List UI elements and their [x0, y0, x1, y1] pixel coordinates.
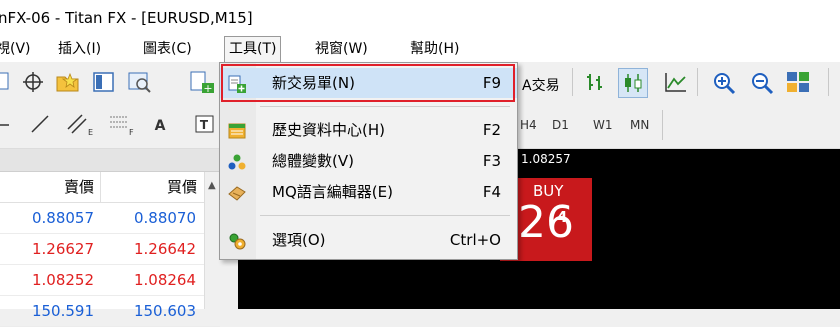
- market-watch-row[interactable]: 0.88057 0.88070: [0, 203, 220, 234]
- tile-windows-icon[interactable]: [786, 71, 810, 93]
- trendline-icon[interactable]: [30, 114, 50, 134]
- bar-chart-icon[interactable]: [584, 71, 608, 93]
- crosshair-icon[interactable]: [22, 71, 44, 93]
- menu-item-label: 歷史資料中心(H): [272, 121, 385, 139]
- line-chart-icon[interactable]: [664, 71, 688, 93]
- menu-insert[interactable]: 插入(I): [58, 36, 101, 62]
- svg-text:T: T: [200, 118, 209, 132]
- toolbar-separator: [662, 110, 663, 140]
- menu-tools[interactable]: 工具(T): [224, 36, 282, 62]
- menu-item-label: MQ語言編輯器(E): [272, 183, 393, 201]
- metaeditor-icon: [228, 184, 246, 202]
- ask-price: 150.603: [133, 302, 196, 320]
- market-watch-list: 0.88057 0.88070 1.26627 1.26642 1.08252 …: [0, 203, 220, 327]
- zoom-in-icon[interactable]: [712, 71, 736, 95]
- global-variables-icon: [228, 153, 246, 171]
- menu-item-label: 總體變數(V): [272, 152, 354, 170]
- window-title: nFX-06 - Titan FX - [EURUSD,M15]: [0, 9, 253, 27]
- menu-item-options[interactable]: 選項(O) Ctrl+O: [220, 225, 517, 255]
- toolbar-separator: [828, 68, 829, 96]
- auto-trading-button[interactable]: A交易: [522, 75, 560, 95]
- market-watch-row[interactable]: 150.591 150.603: [0, 296, 220, 327]
- options-icon: [228, 232, 246, 250]
- ask-price: 0.88070: [133, 209, 196, 227]
- market-watch-row[interactable]: 1.08252 1.08264: [0, 265, 220, 296]
- fibonacci-icon[interactable]: F: [108, 113, 136, 137]
- market-watch-column-headers: 賣價 買價: [0, 172, 220, 203]
- timeframe-h4[interactable]: H4: [520, 118, 537, 132]
- menu-item-shortcut: F2: [482, 121, 501, 139]
- ask-price: 1.26642: [133, 240, 196, 258]
- menu-item-shortcut: F4: [482, 183, 501, 201]
- timeframe-w1[interactable]: W1: [593, 118, 613, 132]
- svg-text:F: F: [129, 128, 134, 137]
- text-label-icon[interactable]: T: [195, 114, 215, 134]
- menu-view[interactable]: 視(V): [0, 36, 31, 62]
- equidistant-channel-icon[interactable]: E: [66, 113, 94, 137]
- menu-charts[interactable]: 圖表(C): [143, 36, 192, 62]
- ask-price: 1.08264: [133, 271, 196, 289]
- zoom-out-icon[interactable]: [750, 71, 774, 95]
- menu-separator: [260, 215, 510, 216]
- candlestick-chart-icon[interactable]: [618, 68, 648, 98]
- chart-price-info: 1.08257: [521, 152, 571, 166]
- menu-item-global-variables[interactable]: 總體變數(V) F3: [220, 146, 517, 176]
- toolbar-separator: [697, 68, 698, 96]
- folder-star-icon[interactable]: [56, 71, 80, 93]
- menu-bar: 視(V) 插入(I) 圖表(C) 工具(T) 視窗(W) 幫助(H): [0, 36, 840, 62]
- timeframe-d1[interactable]: D1: [552, 118, 569, 132]
- bid-price: 0.88057: [31, 209, 94, 227]
- toolbar-separator: [572, 68, 573, 96]
- svg-text:+: +: [203, 82, 212, 95]
- buy-price-pip: 4: [557, 208, 568, 226]
- bid-column-header[interactable]: 賣價: [0, 172, 94, 202]
- menu-separator: [260, 106, 510, 107]
- menu-item-metaeditor[interactable]: MQ語言編輯器(E) F4: [220, 177, 517, 207]
- text-tool-icon[interactable]: A: [150, 114, 170, 134]
- menu-item-shortcut: Ctrl+O: [449, 231, 501, 249]
- timeframe-mn[interactable]: MN: [630, 118, 649, 132]
- market-watch-row[interactable]: 1.26627 1.26642: [0, 234, 220, 265]
- menu-item-history-center[interactable]: 歷史資料中心(H) F2: [220, 115, 517, 145]
- bid-price: 1.26627: [31, 240, 94, 258]
- ask-column-header[interactable]: 買價: [100, 172, 197, 202]
- new-order-toolbar-icon[interactable]: +: [190, 71, 216, 95]
- svg-text:A: A: [155, 118, 166, 134]
- bid-price: 150.591: [31, 302, 94, 320]
- menu-window[interactable]: 視窗(W): [315, 36, 368, 62]
- navigator-icon[interactable]: [93, 71, 115, 93]
- menu-item-label: 選項(O): [272, 231, 326, 249]
- new-chart-icon[interactable]: [0, 72, 12, 90]
- svg-text:E: E: [88, 128, 93, 137]
- menu-help[interactable]: 幫助(H): [410, 36, 459, 62]
- history-center-icon: [228, 122, 246, 140]
- title-bar: nFX-06 - Titan FX - [EURUSD,M15]: [0, 0, 840, 36]
- menu-item-shortcut: F3: [482, 152, 501, 170]
- market-watch-header: [0, 149, 236, 172]
- horizontal-line-icon[interactable]: [0, 116, 10, 134]
- strategy-tester-icon[interactable]: [128, 71, 152, 93]
- highlight-annotation-box: [221, 64, 515, 102]
- bid-price: 1.08252: [31, 271, 94, 289]
- scroll-up-icon[interactable]: ▲: [208, 180, 216, 191]
